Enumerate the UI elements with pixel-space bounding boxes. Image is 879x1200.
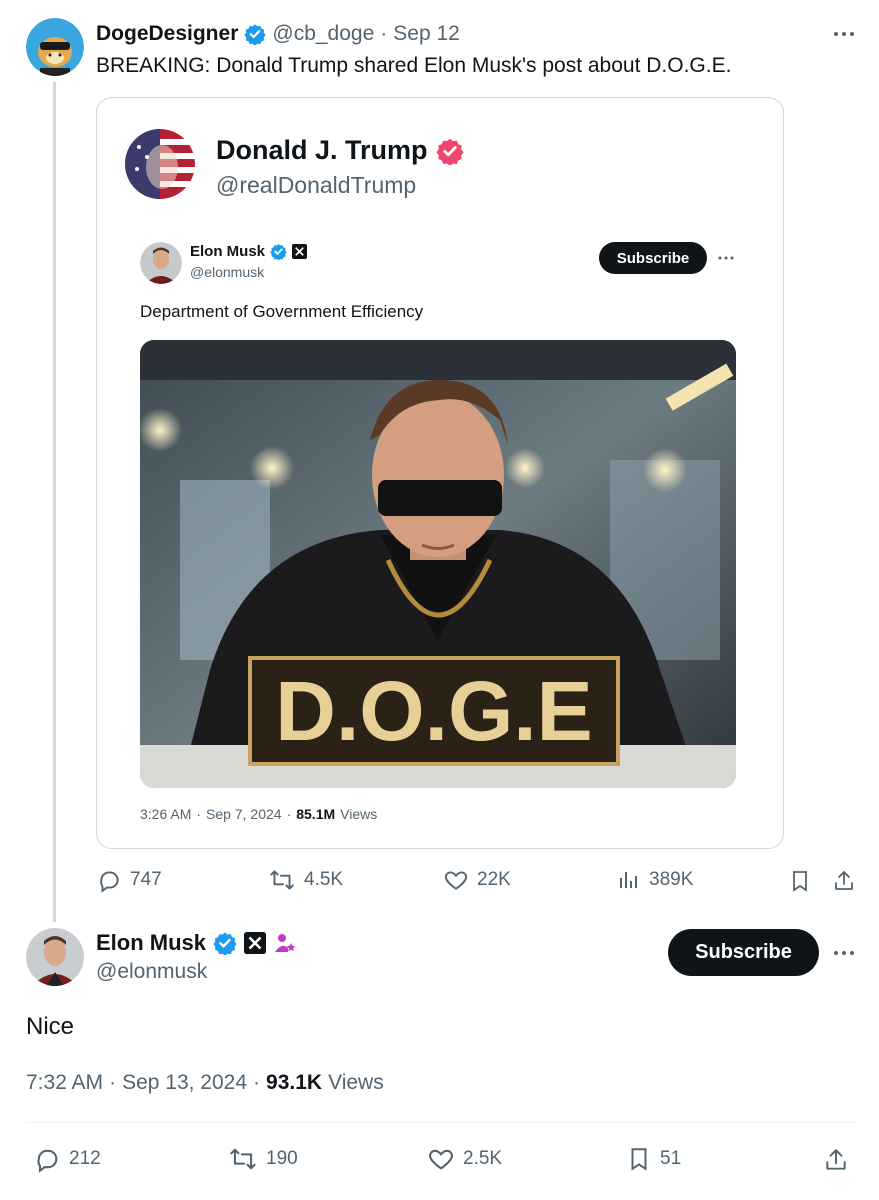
like-button[interactable]: 22K bbox=[443, 867, 511, 893]
dot-separator: · bbox=[253, 1071, 261, 1094]
verified-badge-red-icon bbox=[435, 137, 464, 165]
reply-post-text: Nice bbox=[26, 1013, 75, 1040]
author-name[interactable]: DogeDesigner bbox=[96, 22, 238, 46]
reply-icon bbox=[33, 1145, 61, 1173]
repost-count: 190 bbox=[266, 1148, 298, 1169]
bookmark-button[interactable]: 51 bbox=[626, 1145, 681, 1173]
more-options-icon[interactable] bbox=[832, 24, 856, 44]
repost-count: 4.5K bbox=[304, 869, 344, 890]
dot-separator: · bbox=[286, 806, 292, 822]
more-options-icon[interactable] bbox=[832, 943, 856, 963]
divider bbox=[26, 1122, 856, 1123]
inner-author-handle: @elonmusk bbox=[190, 264, 265, 280]
like-button[interactable]: 2.5K bbox=[427, 1145, 502, 1173]
reply-author-row: Elon Musk bbox=[96, 930, 297, 956]
reply-count: 212 bbox=[69, 1148, 101, 1169]
user-star-icon bbox=[273, 931, 297, 955]
reply-count: 747 bbox=[130, 869, 162, 890]
x-affiliate-icon[interactable] bbox=[244, 932, 267, 954]
dot-separator: · bbox=[196, 806, 202, 822]
repost-icon bbox=[228, 1145, 258, 1173]
verified-badge-icon bbox=[213, 931, 237, 955]
repost-icon bbox=[268, 867, 296, 893]
bookmark-icon bbox=[626, 1145, 652, 1173]
author-handle[interactable]: @cb_doge bbox=[272, 22, 374, 46]
dot-separator: · bbox=[109, 1071, 117, 1094]
reply-button[interactable]: 747 bbox=[96, 867, 162, 893]
doge-photo: D.O.G.E bbox=[140, 340, 736, 788]
parent-post-header: DogeDesigner @cb_doge · Sep 12 bbox=[96, 20, 460, 48]
views-button[interactable]: 389K bbox=[617, 867, 693, 893]
quoted-author-row: Donald J. Trump bbox=[216, 135, 464, 166]
views-chart-icon bbox=[617, 867, 641, 893]
like-count: 2.5K bbox=[463, 1148, 503, 1169]
bookmark-count: 51 bbox=[660, 1148, 682, 1169]
repost-button[interactable]: 190 bbox=[228, 1145, 298, 1173]
verified-badge-icon bbox=[270, 243, 287, 260]
reply-icon bbox=[96, 867, 122, 893]
quoted-author-handle[interactable]: @realDonaldTrump bbox=[216, 172, 416, 199]
reply-button[interactable]: 212 bbox=[33, 1145, 101, 1173]
like-count: 22K bbox=[477, 869, 511, 890]
bookmark-icon[interactable] bbox=[788, 868, 812, 894]
inner-more-options-icon bbox=[716, 250, 736, 266]
quoted-author-name[interactable]: Donald J. Trump bbox=[216, 135, 428, 166]
inner-author-name: Elon Musk bbox=[190, 243, 266, 260]
reply-views-count: 93.1K bbox=[266, 1071, 323, 1094]
subscribe-button[interactable]: Subscribe bbox=[668, 929, 819, 976]
elon-avatar[interactable] bbox=[26, 928, 84, 986]
reply-post-time[interactable]: 7:32 AM bbox=[26, 1071, 103, 1095]
share-icon[interactable] bbox=[832, 868, 856, 894]
views-count: 389K bbox=[649, 869, 694, 890]
heart-icon bbox=[427, 1145, 455, 1173]
dot-separator: · bbox=[380, 22, 388, 45]
plaque-text: D.O.G.E bbox=[275, 664, 592, 758]
x-affiliate-icon bbox=[292, 244, 308, 259]
reply-views-label: Views bbox=[328, 1071, 384, 1094]
repost-button[interactable]: 4.5K bbox=[268, 867, 343, 893]
reply-post-meta: 7:32 AM · Sep 13, 2024 · 93.1K Views bbox=[26, 1071, 384, 1095]
share-icon[interactable] bbox=[823, 1146, 849, 1174]
inner-post-text: Department of Government Efficiency bbox=[140, 302, 424, 321]
inner-subscribe-button: Subscribe bbox=[599, 242, 707, 274]
heart-icon bbox=[443, 867, 469, 893]
post-date[interactable]: Sep 12 bbox=[393, 22, 460, 46]
inner-views-count: 85.1M bbox=[296, 806, 336, 822]
thread-connector-line bbox=[53, 82, 56, 922]
reply-post-date[interactable]: Sep 13, 2024 bbox=[122, 1071, 247, 1095]
inner-post-date: Sep 7, 2024 bbox=[206, 806, 282, 822]
inner-post-meta: 3:26 AM · Sep 7, 2024 · 85.1M Views bbox=[140, 806, 377, 822]
reply-author-name[interactable]: Elon Musk bbox=[96, 930, 206, 956]
inner-post-time: 3:26 AM bbox=[140, 806, 192, 822]
inner-views-label: Views bbox=[340, 806, 378, 822]
reply-author-handle[interactable]: @elonmusk bbox=[96, 960, 207, 984]
inner-author-row: Elon Musk bbox=[190, 243, 308, 260]
post-text: BREAKING: Donald Trump shared Elon Musk'… bbox=[96, 54, 732, 77]
dogedesigner-avatar[interactable] bbox=[26, 18, 84, 76]
inner-elon-avatar bbox=[140, 242, 182, 284]
trump-avatar[interactable] bbox=[125, 129, 195, 199]
verified-badge-icon bbox=[244, 23, 267, 45]
